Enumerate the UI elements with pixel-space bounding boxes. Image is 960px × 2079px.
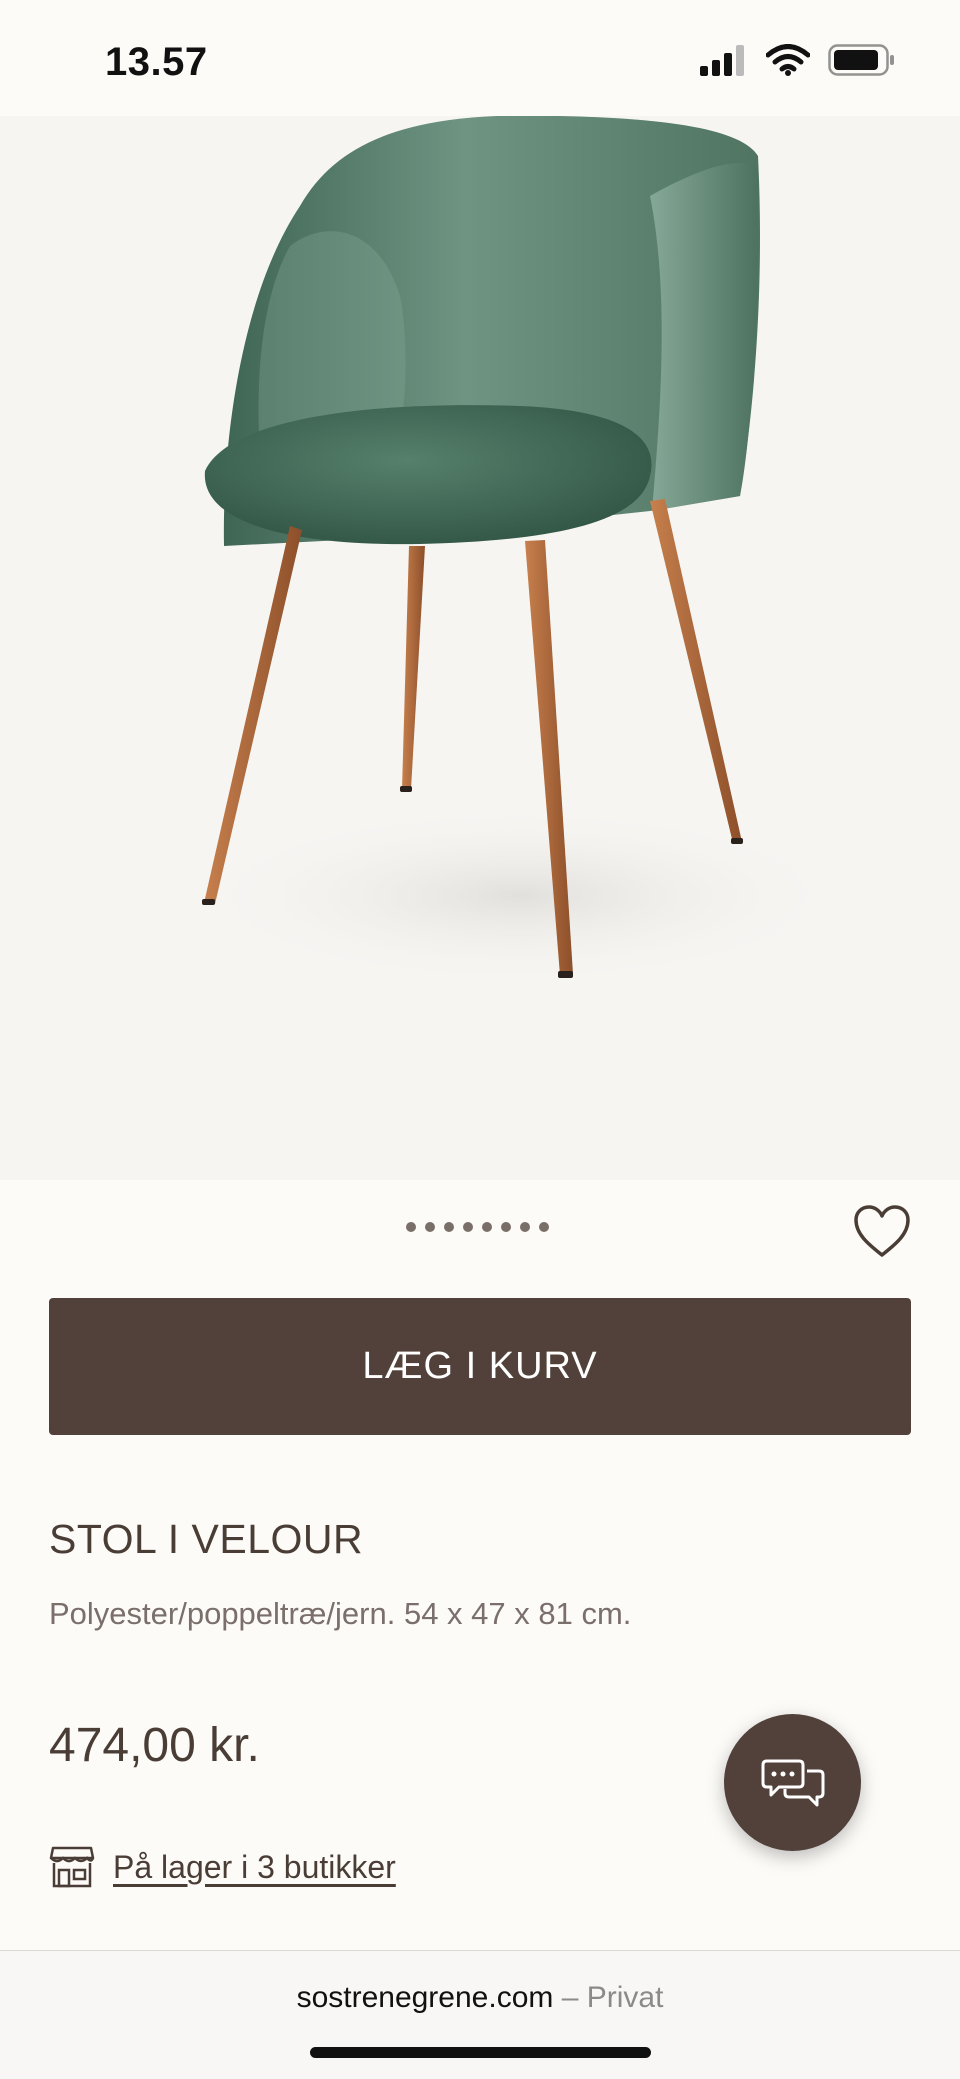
wishlist-button[interactable] (850, 1200, 914, 1264)
carousel-dot[interactable] (520, 1222, 530, 1232)
product-image[interactable] (0, 116, 960, 1180)
product-price: 474,00 kr. (49, 1719, 260, 1772)
status-bar: 13.57 (0, 0, 960, 116)
signal-icon (700, 45, 744, 76)
wifi-icon (766, 44, 810, 76)
heart-icon (854, 1205, 910, 1257)
carousel-dot[interactable] (539, 1222, 549, 1232)
carousel-dot[interactable] (463, 1222, 473, 1232)
status-time: 13.57 (105, 40, 208, 84)
battery-icon (828, 44, 894, 76)
carousel-dot[interactable] (406, 1222, 416, 1232)
chat-button[interactable] (724, 1714, 861, 1851)
browser-bottom-bar: sostrenegrene.com – Privat (0, 1950, 960, 2079)
carousel-dot[interactable] (482, 1222, 492, 1232)
url-separator: – (561, 1981, 579, 2014)
carousel-dot[interactable] (501, 1222, 511, 1232)
add-to-cart-button[interactable]: LÆG I KURV (49, 1298, 911, 1435)
product-title: STOL I VELOUR (49, 1516, 364, 1562)
carousel-dot[interactable] (425, 1222, 435, 1232)
stock-availability[interactable]: På lager i 3 butikker (49, 1846, 396, 1888)
carousel-dots[interactable] (406, 1222, 549, 1232)
chat-icon (761, 1759, 824, 1806)
carousel-dot[interactable] (444, 1222, 454, 1232)
store-icon (49, 1846, 95, 1888)
url-domain: sostrenegrene.com (296, 1981, 554, 2014)
status-icons (700, 44, 896, 76)
browsing-mode: Privat (586, 1981, 664, 2014)
chair-illustration (190, 116, 850, 986)
url-bar[interactable]: sostrenegrene.com – Privat (0, 1981, 960, 2015)
home-indicator[interactable] (310, 2047, 651, 2058)
stock-link[interactable]: På lager i 3 butikker (113, 1849, 396, 1886)
product-description: Polyester/poppeltræ/jern. 54 x 47 x 81 c… (49, 1596, 632, 1631)
